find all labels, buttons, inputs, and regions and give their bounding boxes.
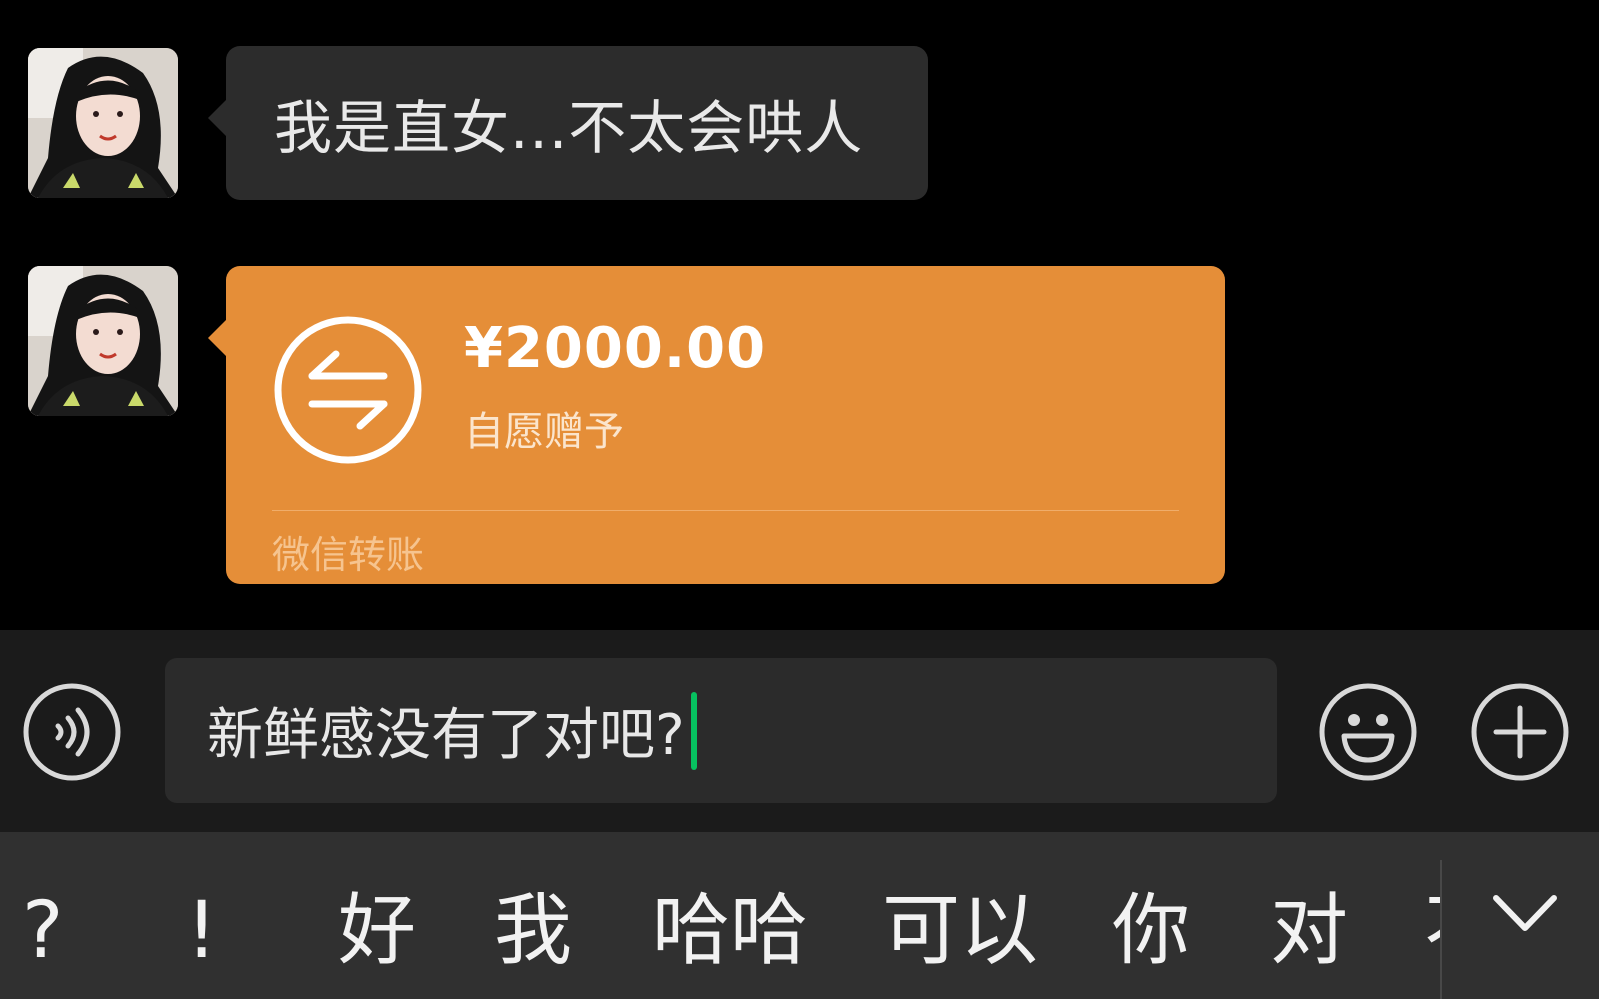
divider xyxy=(1440,860,1442,999)
emoji-button[interactable] xyxy=(1318,682,1418,782)
avatar[interactable] xyxy=(28,48,178,198)
input-bar: 新鲜感没有了对吧? xyxy=(0,630,1599,832)
suggestion-item[interactable]: 你 xyxy=(1112,886,1190,976)
transfer-footer: 微信转账 xyxy=(272,533,425,577)
message-input[interactable]: 新鲜感没有了对吧? xyxy=(165,658,1277,803)
voice-icon xyxy=(23,683,121,781)
suggestion-item-clipped[interactable]: 不 xyxy=(1424,886,1440,976)
message-list[interactable]: 我是直女...不太会哄人 ¥2000.00 自愿赠予 微信转账 xyxy=(0,0,1599,630)
plus-icon xyxy=(1471,683,1569,781)
suggestion-item[interactable]: 好 xyxy=(338,886,416,976)
suggestion-item[interactable]: 可以 xyxy=(882,886,1038,976)
chevron-down-icon xyxy=(1493,895,1557,931)
voice-button[interactable] xyxy=(22,682,122,782)
transfer-arrows-icon xyxy=(272,314,424,466)
suggestion-item[interactable]: 我 xyxy=(494,886,572,976)
avatar[interactable] xyxy=(28,266,178,416)
suggestion-item[interactable]: ? xyxy=(22,886,63,976)
transfer-amount: ¥2000.00 xyxy=(464,316,767,381)
suggestion-item[interactable]: 哈哈 xyxy=(652,886,808,976)
collapse-keyboard-button[interactable] xyxy=(1490,888,1560,938)
suggestion-item: 不 xyxy=(1424,886,1440,976)
suggestion-item[interactable]: ! xyxy=(186,886,217,976)
chat-screen: 我是直女...不太会哄人 ¥2000.00 自愿赠予 微信转账 新鲜感没有了对吧… xyxy=(0,0,1599,999)
emoji-icon xyxy=(1319,683,1417,781)
message-input-text: 新鲜感没有了对吧? xyxy=(207,703,685,768)
suggestion-item[interactable]: 对 xyxy=(1270,886,1348,976)
keyboard-suggestion-bar: ? ! 好 我 哈哈 可以 你 对 不 xyxy=(0,832,1599,999)
message-text: 我是直女...不太会哄人 xyxy=(274,94,864,162)
more-button[interactable] xyxy=(1470,682,1570,782)
transfer-note: 自愿赠予 xyxy=(464,409,624,455)
transfer-card[interactable]: ¥2000.00 自愿赠予 微信转账 xyxy=(208,266,1225,584)
divider xyxy=(272,510,1179,511)
text-caret xyxy=(690,691,697,770)
message-bubble[interactable]: 我是直女...不太会哄人 xyxy=(208,46,928,200)
